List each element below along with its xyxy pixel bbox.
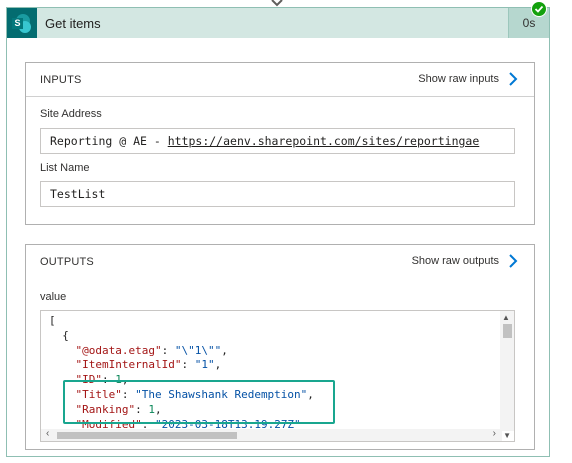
inputs-header: INPUTS Show raw inputs: [26, 63, 534, 97]
show-raw-outputs-link[interactable]: Show raw outputs: [412, 255, 499, 267]
code-token: "@odata.etag": [75, 343, 162, 357]
site-address-prefix: Reporting @ AE -: [50, 134, 168, 148]
site-address-url[interactable]: https://aenv.sharepoint.com/sites/report…: [168, 134, 480, 148]
code-token: "ItemInternalId": [75, 358, 182, 372]
sharepoint-icon: S: [7, 8, 37, 38]
highlight-annotation: [63, 380, 335, 424]
code-line: "ItemInternalId": "1",: [49, 358, 314, 373]
chevron-right-icon[interactable]: [507, 71, 519, 87]
vertical-scroll-thumb[interactable]: [503, 324, 512, 338]
list-name-label: List Name: [40, 162, 90, 174]
code-token: {: [49, 328, 69, 342]
code-line: "@odata.etag": "\"1\"",: [49, 344, 314, 359]
scroll-up-icon[interactable]: ▲: [502, 313, 510, 322]
action-title: Get items: [45, 16, 101, 31]
code-token: "\"1\"": [174, 343, 222, 357]
site-address-label: Site Address: [40, 108, 102, 120]
horizontal-scrollbar[interactable]: ‹ ›: [41, 428, 502, 441]
site-address-field[interactable]: Reporting @ AE - https://aenv.sharepoint…: [40, 128, 515, 154]
list-name-field[interactable]: TestList: [40, 181, 515, 207]
scroll-left-icon[interactable]: ‹: [46, 428, 49, 439]
code-token: :: [161, 343, 175, 357]
horizontal-scroll-thumb[interactable]: [57, 432, 237, 439]
code-token: [: [49, 314, 56, 327]
outputs-heading: OUTPUTS: [40, 256, 94, 268]
outputs-header: OUTPUTS Show raw outputs: [26, 245, 534, 279]
code-line: {: [49, 329, 314, 344]
scroll-down-icon[interactable]: ▼: [503, 431, 511, 440]
code-token: ,: [221, 343, 228, 357]
action-card-header[interactable]: S Get items 0s: [7, 8, 549, 38]
show-raw-inputs-link[interactable]: Show raw inputs: [418, 73, 499, 85]
chevron-right-icon[interactable]: [507, 253, 519, 269]
success-check-icon: [531, 1, 547, 17]
code-token: :: [181, 358, 195, 372]
code-line: [: [49, 314, 314, 329]
inputs-heading: INPUTS: [40, 74, 82, 86]
vertical-scrollbar[interactable]: ▲: [500, 311, 514, 431]
code-token: "1": [194, 358, 215, 372]
inputs-section: INPUTS Show raw inputs Site Address Repo…: [25, 62, 535, 225]
code-token: ,: [214, 358, 222, 372]
scroll-right-icon[interactable]: ›: [493, 428, 496, 439]
value-label: value: [40, 291, 67, 303]
